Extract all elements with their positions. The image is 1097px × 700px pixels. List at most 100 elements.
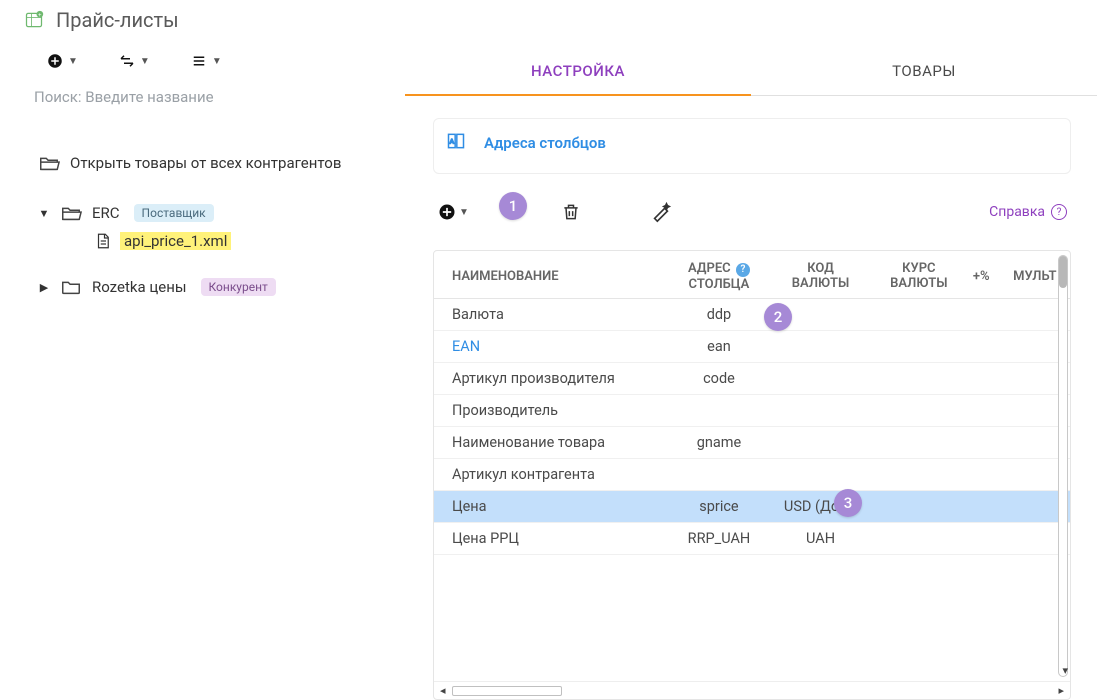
menu-button[interactable]: ▼ — [190, 52, 222, 70]
table-row[interactable]: ЦенаspriceUSD (Дол… — [434, 490, 1070, 522]
chevron-down-icon: ▼ — [212, 56, 222, 67]
cell[interactable]: ean — [672, 330, 767, 362]
scroll-right-icon[interactable]: ▸ — [1058, 684, 1064, 697]
table-row[interactable]: Валютаddp — [434, 298, 1070, 330]
price-list-icon: + — [24, 10, 44, 30]
magic-button[interactable] — [649, 200, 673, 224]
panel-header[interactable]: A Адреса столбцов — [433, 118, 1071, 174]
badge-competitor: Конкурент — [201, 278, 276, 296]
tree-node-erc: ▼ ERC Поставщик api_price_1.xml — [34, 198, 391, 254]
cell[interactable]: sprice — [672, 490, 767, 522]
cell[interactable] — [766, 458, 874, 490]
chevron-down-icon: ▼ — [140, 56, 150, 67]
scroll-left-icon[interactable]: ◂ — [440, 684, 446, 697]
help-icon[interactable]: ? — [736, 263, 750, 277]
tree-row[interactable]: ▶ Rozetka цены Конкурент — [34, 272, 391, 302]
cell[interactable] — [766, 394, 874, 426]
tree-node-label: ERC — [92, 204, 120, 222]
search-input[interactable]: Поиск: Введите название — [34, 86, 391, 124]
grid: НАИМЕНОВАНИЕ АДРЕС ?СТОЛБЦА КОДВАЛЮТЫ КУ… — [433, 250, 1071, 700]
scrollbar-thumb[interactable] — [1059, 256, 1067, 288]
folder-icon — [60, 278, 82, 296]
cell[interactable] — [766, 330, 874, 362]
chevron-down-icon: ▼ — [459, 207, 469, 218]
tree: Открыть товары от всех контрагентов ▼ ER… — [34, 124, 391, 302]
tree-open-all[interactable]: Открыть товары от всех контрагентов — [34, 148, 391, 192]
cell[interactable] — [672, 458, 767, 490]
cell[interactable]: Валюта — [434, 298, 672, 330]
scrollbar-thumb[interactable] — [452, 686, 562, 696]
cell[interactable]: Цена РРЦ — [434, 522, 672, 554]
cell[interactable] — [963, 298, 1000, 330]
cell[interactable]: Артикул производителя — [434, 362, 672, 394]
cell-link[interactable]: EAN — [452, 338, 480, 355]
table-header-row: НАИМЕНОВАНИЕ АДРЕС ?СТОЛБЦА КОДВАЛЮТЫ КУ… — [434, 251, 1070, 298]
panel-header-title: Адреса столбцов — [484, 134, 606, 152]
col-pct[interactable]: +% — [963, 251, 1000, 298]
grid-toolbar: ▼ 1 Справка ? — [433, 200, 1071, 250]
cell[interactable]: Наименование товара — [434, 426, 672, 458]
cell[interactable]: UAH — [766, 522, 874, 554]
col-addr[interactable]: АДРЕС ?СТОЛБЦА — [672, 251, 767, 298]
cell[interactable] — [963, 522, 1000, 554]
scrollbar-horizontal[interactable]: ◂ ▸ — [434, 681, 1070, 699]
tree-node-label: Rozetka цены — [92, 278, 187, 296]
cell[interactable] — [875, 394, 963, 426]
cell[interactable] — [963, 394, 1000, 426]
badge-supplier: Поставщик — [134, 204, 214, 222]
cell[interactable]: EAN — [434, 330, 672, 362]
cell[interactable] — [875, 298, 963, 330]
cell[interactable] — [963, 330, 1000, 362]
cell[interactable] — [875, 330, 963, 362]
chevron-down-icon: ▼ — [68, 56, 78, 67]
tree-node-rozetka: ▶ Rozetka цены Конкурент — [34, 272, 391, 302]
cell[interactable]: Цена — [434, 490, 672, 522]
tab-products[interactable]: ТОВАРЫ — [751, 44, 1097, 96]
cell[interactable] — [672, 394, 767, 426]
page-title: Прайс-листы — [56, 8, 179, 32]
cell[interactable]: Артикул контрагента — [434, 458, 672, 490]
cell[interactable] — [875, 362, 963, 394]
scrollbar-vertical[interactable] — [1058, 255, 1068, 677]
cell[interactable] — [963, 362, 1000, 394]
callout-2: 2 — [764, 303, 792, 331]
table-row[interactable]: Артикул контрагента — [434, 458, 1070, 490]
table-row[interactable]: EAN ean — [434, 330, 1070, 362]
table-row[interactable]: Наименование товараgname — [434, 426, 1070, 458]
cell[interactable]: gname — [672, 426, 767, 458]
cell[interactable] — [875, 458, 963, 490]
table-row[interactable]: Цена РРЦRRP_UAHUAH — [434, 522, 1070, 554]
tree-file-label: api_price_1.xml — [120, 232, 231, 250]
cell[interactable] — [766, 426, 874, 458]
scroll-down-icon[interactable]: ▾ — [1062, 664, 1068, 677]
cell[interactable]: ddp — [672, 298, 767, 330]
cell[interactable] — [963, 426, 1000, 458]
cell[interactable] — [766, 362, 874, 394]
sync-button[interactable]: ▼ — [118, 52, 150, 70]
tab-settings[interactable]: НАСТРОЙКА — [405, 44, 751, 96]
table-row[interactable]: Производитель — [434, 394, 1070, 426]
col-rate[interactable]: КУРСВАЛЮТЫ — [875, 251, 963, 298]
col-name[interactable]: НАИМЕНОВАНИЕ — [434, 251, 672, 298]
cell[interactable] — [963, 490, 1000, 522]
cell[interactable] — [963, 458, 1000, 490]
cell[interactable]: code — [672, 362, 767, 394]
add-row-button[interactable]: ▼ — [437, 200, 469, 224]
sidebar: ▼ ▼ ▼ Поиск: Введите название — [0, 44, 405, 700]
tree-row[interactable]: ▼ ERC Поставщик — [34, 198, 391, 228]
help-link[interactable]: Справка ? — [989, 204, 1067, 220]
cell[interactable] — [875, 522, 963, 554]
file-icon — [94, 232, 112, 250]
cell[interactable]: RRP_UAH — [672, 522, 767, 554]
add-button[interactable]: ▼ — [46, 52, 78, 70]
table-row[interactable]: Артикул производителяcode — [434, 362, 1070, 394]
cell[interactable] — [875, 426, 963, 458]
callout-1: 1 — [499, 192, 527, 220]
col-ccy[interactable]: КОДВАЛЮТЫ — [766, 251, 874, 298]
tree-file[interactable]: api_price_1.xml — [92, 228, 391, 254]
cell[interactable]: Производитель — [434, 394, 672, 426]
cell[interactable] — [875, 490, 963, 522]
delete-button[interactable] — [559, 200, 583, 224]
callout-3: 3 — [834, 489, 862, 517]
panel: A Адреса столбцов ▼ 1 — [405, 96, 1097, 700]
